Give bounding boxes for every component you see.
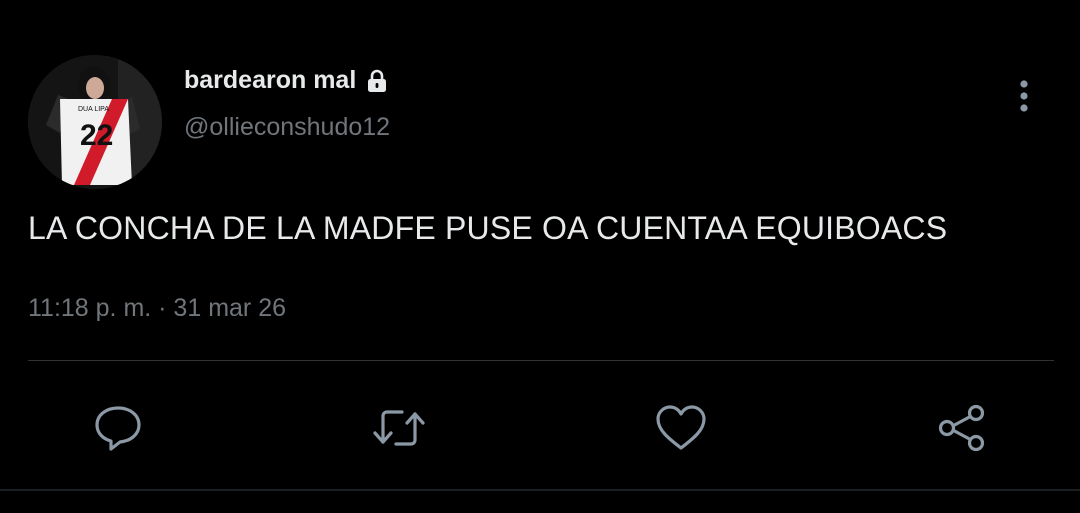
avatar-jersey-number: 22 (80, 119, 113, 152)
reply-icon (95, 406, 141, 451)
retweet-icon (373, 410, 425, 446)
display-name-row: bardearon mal (184, 66, 390, 95)
more-vertical-icon (1020, 80, 1028, 112)
bottom-divider (0, 489, 1080, 491)
avatar-image: DUA LIPA 22 (28, 55, 162, 189)
user-handle[interactable]: @ollieconshudo12 (184, 113, 390, 142)
lock-icon (364, 68, 390, 94)
retweet-button[interactable] (371, 400, 427, 456)
reply-button[interactable] (90, 400, 146, 456)
like-button[interactable] (653, 400, 709, 456)
more-options-button[interactable] (1006, 76, 1042, 116)
tweet-text: LA CONCHA DE LA MADFE PUSE OA CUENTAA EQ… (28, 210, 948, 246)
share-icon (938, 404, 985, 452)
share-button[interactable] (934, 400, 990, 456)
tweet-timestamp[interactable]: 11:18 p. m. · 31 mar 26 (28, 294, 286, 323)
avatar[interactable]: DUA LIPA 22 (28, 55, 162, 189)
heart-icon (656, 405, 706, 450)
display-name[interactable]: bardearon mal (184, 66, 356, 95)
avatar-jersey-text: DUA LIPA (78, 106, 109, 113)
divider (28, 360, 1054, 361)
